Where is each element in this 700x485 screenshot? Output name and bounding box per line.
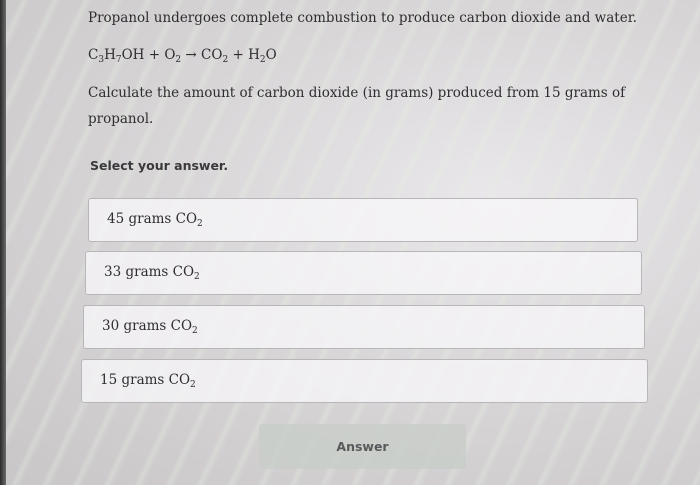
question-intro: Propanol undergoes complete combustion t… (88, 10, 637, 26)
screen-left-edge (0, 0, 6, 485)
answer-choice-4[interactable]: 15 grams CO2 (81, 359, 648, 403)
eq-arrow: → CO (181, 47, 223, 63)
eq-h: H (104, 47, 116, 63)
answer-choice-2-label: 33 grams CO2 (104, 264, 200, 282)
answer-choice-1-label: 45 grams CO2 (107, 211, 203, 229)
eq-oh-plus: OH + O (121, 47, 176, 63)
eq-c: C (88, 47, 99, 63)
eq-o-end: O (265, 47, 277, 63)
answer-choice-3[interactable]: 30 grams CO2 (83, 305, 645, 349)
question-calculate: Calculate the amount of carbon dioxide (… (88, 85, 626, 127)
eq-plus-h: + H (228, 47, 260, 63)
answer-choice-2[interactable]: 33 grams CO2 (85, 251, 642, 295)
answer-button[interactable]: Answer (259, 424, 466, 469)
select-answer-prompt: Select your answer. (90, 158, 229, 173)
question-panel: Propanol undergoes complete combustion t… (70, 0, 700, 485)
chemical-equation: C3H7OH + O2 → CO2 + H2O (88, 45, 277, 70)
answer-choice-3-label: 30 grams CO2 (102, 318, 198, 336)
answer-choice-1[interactable]: 45 grams CO2 (88, 198, 638, 242)
answer-choice-4-label: 15 grams CO2 (100, 372, 196, 390)
